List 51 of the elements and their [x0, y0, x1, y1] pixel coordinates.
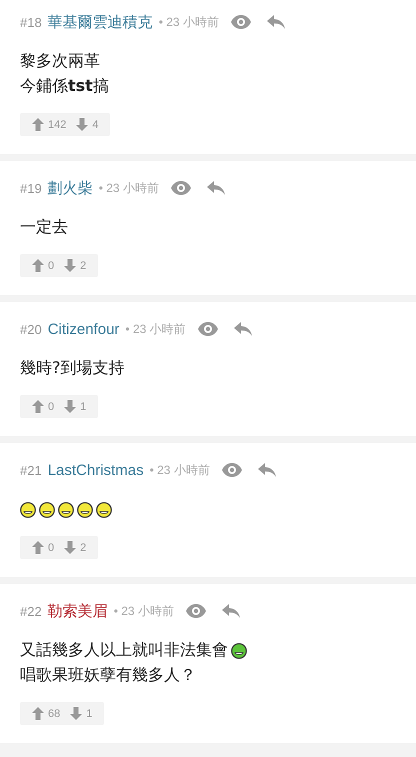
timestamp: • 23 小時前 — [150, 462, 210, 478]
arrow-up-icon — [32, 118, 44, 131]
view-icon[interactable] — [186, 604, 206, 618]
comment-number: #20 — [20, 322, 42, 336]
upvote-button[interactable]: 142 — [32, 118, 66, 131]
arrow-up-icon — [32, 259, 44, 272]
upvote-button[interactable]: 0 — [32, 541, 54, 554]
timestamp: • 23 小時前 — [125, 320, 186, 338]
username-link[interactable]: Citizenfour — [48, 320, 120, 338]
arrow-down-icon — [64, 400, 76, 413]
comment-number: #22 — [20, 604, 42, 618]
reply-icon[interactable] — [266, 15, 285, 29]
view-icon[interactable] — [198, 322, 218, 336]
downvote-button[interactable]: 2 — [64, 541, 86, 554]
view-icon[interactable] — [170, 181, 191, 195]
comment-text: 黎多次兩革 — [20, 51, 100, 72]
downvote-button[interactable]: 4 — [76, 118, 98, 131]
username-link[interactable]: 劃火柴 — [48, 178, 93, 198]
reply-icon[interactable] — [206, 181, 225, 195]
comment-text: 唱歌果班妖孽有幾多人？ — [20, 665, 196, 686]
arrow-down-icon — [70, 707, 82, 720]
downvote-button[interactable]: 2 — [64, 259, 86, 272]
comment-text: 今鋪係tst搞 — [20, 76, 109, 97]
comment-text: 一定去 — [20, 217, 68, 238]
upvote-button[interactable]: 0 — [32, 400, 54, 413]
downvote-button[interactable]: 1 — [70, 707, 92, 720]
arrow-up-icon — [32, 400, 44, 413]
arrow-down-icon — [64, 541, 76, 554]
view-icon[interactable] — [230, 15, 251, 29]
reply-icon[interactable] — [222, 604, 240, 618]
username-link[interactable]: LastChristmas — [48, 462, 144, 478]
downvote-button[interactable]: 1 — [64, 400, 86, 413]
comment-text: 又話幾多人以上就叫非法集會 — [20, 640, 228, 661]
comment-number: #18 — [20, 14, 42, 30]
comment-number: #21 — [20, 462, 42, 478]
reply-icon[interactable] — [234, 322, 252, 336]
reply-icon[interactable] — [258, 463, 276, 477]
upvote-button[interactable]: 0 — [32, 259, 54, 272]
view-icon[interactable] — [222, 463, 242, 477]
timestamp: • 23 小時前 — [98, 180, 159, 196]
arrow-down-icon — [64, 259, 76, 272]
arrow-down-icon — [76, 118, 88, 131]
username-link[interactable]: 華基爾雲迪積克 — [48, 12, 153, 32]
timestamp: • 23 小時前 — [114, 602, 174, 620]
arrow-up-icon — [32, 541, 44, 554]
comment-text: 幾時?到場支持 — [20, 358, 124, 379]
arrow-up-icon — [32, 707, 44, 720]
upvote-button[interactable]: 68 — [32, 707, 60, 720]
timestamp: • 23 小時前 — [158, 14, 219, 30]
comment-number: #19 — [20, 180, 42, 196]
username-link[interactable]: 勒索美眉 — [48, 602, 108, 620]
